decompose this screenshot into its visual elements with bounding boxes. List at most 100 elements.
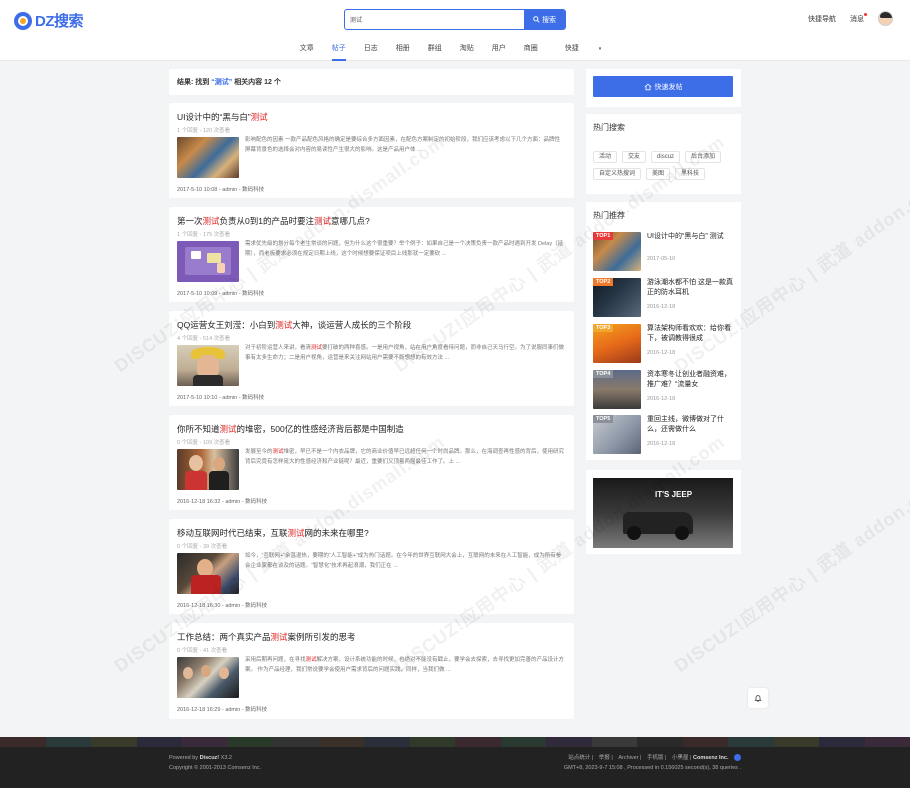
post-footer: 2017-5-10 10:09 - admin - 数码科技 (177, 291, 265, 297)
title-text: 案例所引发的思考 (287, 632, 356, 642)
title-highlight: 测试 (202, 216, 220, 226)
jeep-image (675, 526, 689, 540)
shield-icon (734, 754, 741, 762)
post-title[interactable]: UI设计中的“黑与白” 测试 (177, 112, 566, 122)
footer-link-mobile[interactable]: 手机版 (647, 755, 664, 761)
hot-search-title: 热门搜索 (593, 123, 625, 132)
messages-link[interactable]: 消息 (850, 12, 867, 24)
post-title[interactable]: 移动互联网时代已结束，互联 测试 网的未来在哪里? (177, 528, 566, 538)
hot-tag[interactable]: 交友 (622, 151, 647, 163)
recommend-item[interactable]: TOP3 算法架构师看欢欢：给你看下，被调教得很成 2016-12-18 (593, 324, 735, 369)
hot-tag[interactable]: 黑科技 (675, 168, 706, 180)
post-footer: 2016-12-18 16:29 - admin - 数码科技 (177, 707, 268, 713)
tab-quick-label: 快捷 (564, 45, 579, 52)
post-thumbnail[interactable] (177, 137, 239, 178)
avatar[interactable] (878, 11, 893, 26)
copyright: Copyright © 2001-2013 Comsenz Inc. (169, 765, 262, 771)
footer-link-stats[interactable]: 站点统计 (568, 755, 590, 761)
title-text: UI设计中的“黑与白” (177, 112, 251, 122)
post-footer: 2017-5-10 10:10 - admin - 数码科技 (177, 395, 265, 401)
tab-user[interactable]: 用户 (483, 44, 515, 61)
messages-label: 消息 (850, 15, 864, 23)
chevron-down-icon: ▾ (598, 46, 602, 52)
site-footer: Powered by Discuz! X3.2 Copyright © 2001… (0, 737, 910, 788)
tab-album[interactable]: 相册 (387, 44, 419, 61)
title-highlight: 测试 (287, 528, 305, 538)
quick-post-button[interactable]: 快速发帖 (593, 76, 733, 97)
rank-badge: TOP4 (593, 370, 614, 378)
post-title[interactable]: 第一次 测试 负责从0到1的产品时要注 测试 意哪几点? (177, 216, 566, 226)
post-title[interactable]: QQ运营女王刘滢：小白到 测试 大神，谈运营人成长的三个阶段 (177, 320, 566, 330)
recommend-item-date: 2016-12-18 (647, 304, 676, 310)
title-text: 负责从0到1的产品时要注 (219, 216, 314, 226)
post-thumbnail[interactable] (177, 449, 239, 490)
footer-link-report[interactable]: 举报 (599, 755, 610, 761)
recommend-item[interactable]: TOP4 资本寒冬让创业者融资难，推广难？“流量女 2016-12-18 (593, 370, 735, 415)
title-text: 你所不知道 (177, 424, 220, 434)
title-text: QQ运营女王刘滢：小白到 (177, 320, 276, 330)
hot-tag[interactable]: 美图 (646, 168, 671, 180)
site-logo[interactable]: DZ搜索 (14, 10, 84, 31)
tab-blog[interactable]: 日志 (355, 44, 387, 61)
post-title[interactable]: 你所不知道 测试 的堆密，500亿的性感经济背后都是中国制造 (177, 424, 566, 434)
title-highlight: 测试 (314, 216, 332, 226)
recommend-thumbnail: TOP2 (593, 278, 641, 317)
post-title[interactable]: 工作总结：两个真实产品 测试 案例所引发的思考 (177, 632, 566, 642)
post-thumbnail[interactable] (177, 345, 239, 386)
recommend-panel: 热门推荐 TOP1 UI设计中的“黑与白” 测试 2017-05-10 TOP2… (586, 202, 741, 460)
ad-banner[interactable]: IT'S JEEP (593, 478, 733, 548)
result-summary: 结果: 找到 “测试” 相关内容 12 个 (169, 69, 574, 95)
search-button-label: 搜索 (542, 16, 556, 24)
recommend-item-title: 算法架构师看欢欢：给你看下，被调教得很成 (647, 325, 731, 342)
recommend-title: 热门推荐 (593, 211, 625, 220)
list-item: 你所不知道 测试 的堆密，500亿的性感经济背后都是中国制造 0 个回复 - 109… (169, 415, 574, 510)
post-thumbnail[interactable] (177, 657, 239, 698)
post-meta: 0 个回复 - 109 次查看 (177, 440, 231, 446)
recommend-item-date: 2016-12-18 (647, 350, 676, 356)
post-meta: 0 个回复 - 41 次查看 (177, 648, 228, 654)
notification-button[interactable] (748, 688, 768, 708)
post-footer: 2017-5-10 10:08 - admin - 数码科技 (177, 187, 265, 193)
tab-article[interactable]: 文章 (291, 44, 323, 61)
recommend-item[interactable]: TOP5 重回主线，微博做对了什么，还需做什么 2016-12-18 (593, 415, 735, 460)
post-meta: 4 个回复 - 514 次查看 (177, 336, 231, 342)
hot-tag[interactable]: discuz (651, 151, 681, 163)
footer-link-archiver[interactable]: Archiver (618, 755, 638, 761)
title-highlight: 测试 (275, 320, 293, 330)
tab-thread[interactable]: 帖子 (323, 44, 355, 61)
title-highlight: 测试 (219, 424, 237, 434)
title-text: 移动互联网时代已结束，互联 (177, 528, 288, 538)
recommend-item[interactable]: TOP1 UI设计中的“黑与白” 测试 2017-05-10 (593, 232, 735, 277)
title-text: 大神，谈运营人成长的三个阶段 (292, 320, 412, 330)
title-text: 意哪几点? (331, 216, 370, 226)
discuz-link[interactable]: Discuz! (200, 755, 220, 761)
search-input[interactable] (345, 10, 525, 29)
recommend-thumbnail: TOP5 (593, 415, 641, 454)
rank-badge: TOP1 (593, 232, 614, 240)
tab-group[interactable]: 群组 (419, 44, 451, 61)
hot-tag[interactable]: 自定义热搜词 (593, 168, 642, 180)
post-footer: 2016-12-18 16:32 - admin - 数码科技 (177, 499, 268, 505)
footer-link-comsenz[interactable]: Comsenz Inc. (693, 755, 728, 761)
recommend-thumbnail: TOP4 (593, 370, 641, 409)
list-item: 第一次 测试 负责从0到1的产品时要注 测试 意哪几点? 1 个回复 - 175 次查看… (169, 207, 574, 302)
recommend-item[interactable]: TOP2 游泳潮水都不怕 这是一款真正的防水耳机 2016-12-18 (593, 278, 735, 323)
search-button[interactable]: 搜索 (524, 10, 565, 29)
post-thumbnail[interactable] (177, 241, 239, 282)
post-excerpt: 对于初阶运营人来讲，看清测试要打破的两种喜感。一是用户视角，站在用户角度看待问题… (245, 345, 565, 361)
post-excerpt: 发展至今的测试堆密，早已不是一个内衣品牌，它的商业价值早已远超任何一个时尚品牌。… (245, 449, 565, 465)
post-excerpt: 采用后期再问题，在寻找测试解决方案，设计系统功能的时候，也绝对不能没有戳止，要学… (245, 657, 565, 673)
hot-tag[interactable]: 后台添加 (685, 151, 722, 163)
title-highlight: 测试 (250, 112, 268, 122)
hot-tag[interactable]: 活动 (593, 151, 618, 163)
bell-icon (754, 695, 762, 702)
recommend-item-title: 重回主线，微博做对了什么，还需做什么 (647, 416, 724, 433)
tab-quick[interactable]: 快捷 ▾ (547, 44, 619, 61)
tab-collection[interactable]: 淘贴 (451, 44, 483, 61)
result-query: “测试” (211, 79, 233, 86)
footer-stripe (0, 737, 910, 747)
tab-business[interactable]: 商圈 (515, 44, 547, 61)
post-thumbnail[interactable] (177, 553, 239, 594)
footer-link-blackroom[interactable]: 小黑屋 (672, 755, 689, 761)
quick-nav-link[interactable]: 快捷导航 (808, 14, 836, 24)
